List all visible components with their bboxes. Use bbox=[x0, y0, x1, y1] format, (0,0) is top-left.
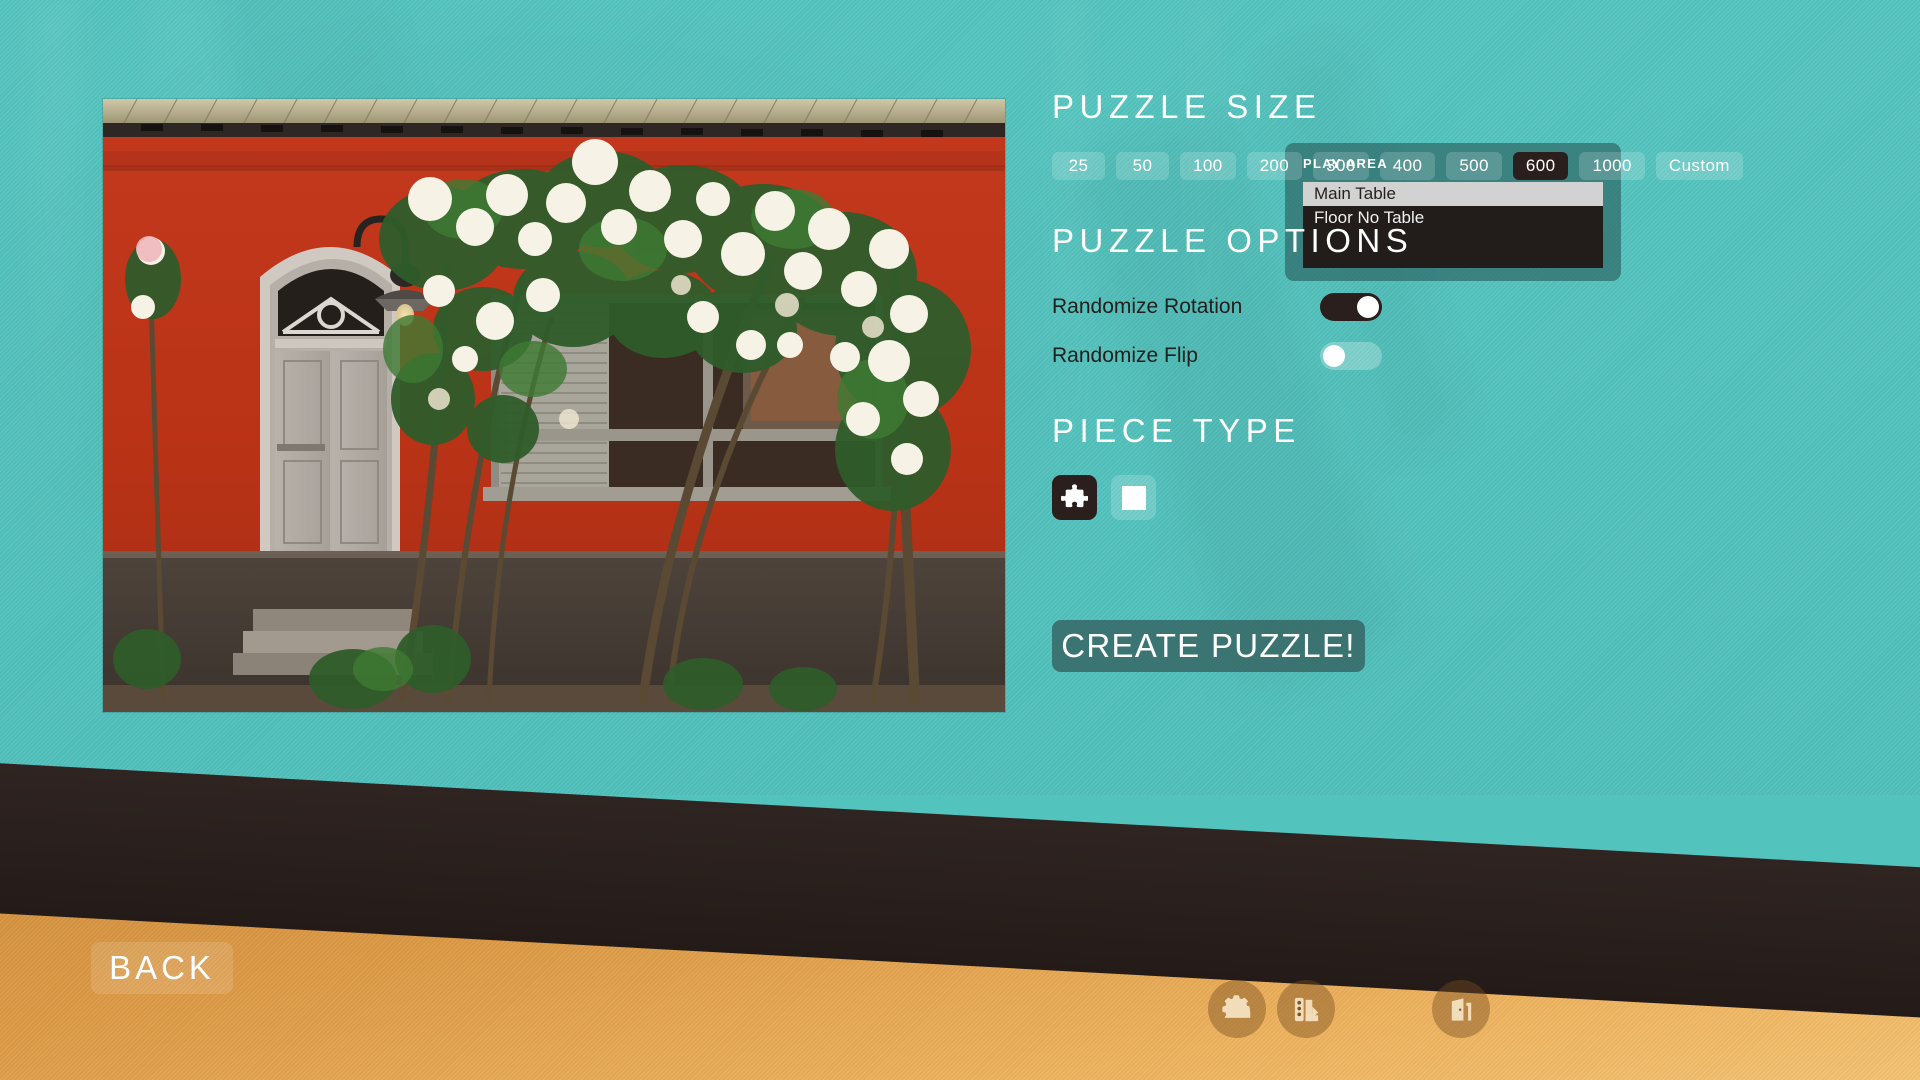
randomize-flip-toggle[interactable] bbox=[1320, 342, 1382, 370]
color-palette-icon bbox=[1294, 997, 1318, 1021]
randomize-rotation-label: Randomize Rotation bbox=[1052, 295, 1243, 318]
piece-type-jigsaw-button[interactable] bbox=[1052, 475, 1097, 520]
size-button-600[interactable]: 600 bbox=[1512, 152, 1569, 180]
create-puzzle-label: CREATE PUZZLE! bbox=[1061, 627, 1356, 664]
size-button-200[interactable]: 200 bbox=[1246, 152, 1303, 180]
gear-icon bbox=[1221, 994, 1250, 1018]
piece-type-title: PIECE TYPE bbox=[1052, 412, 1301, 449]
option-row-randomize-rotation: Randomize Rotation bbox=[1052, 293, 1382, 321]
piece-type-square-button[interactable] bbox=[1111, 475, 1156, 520]
exit-button[interactable] bbox=[1432, 980, 1490, 1038]
option-row-randomize-flip: Randomize Flip bbox=[1052, 342, 1382, 370]
exit-door-icon bbox=[1451, 997, 1471, 1021]
puzzle-options-title: PUZZLE OPTIONS bbox=[1052, 222, 1414, 259]
back-button[interactable]: BACK bbox=[91, 942, 233, 994]
square-piece-icon bbox=[1121, 485, 1146, 510]
toggle-knob bbox=[1357, 296, 1379, 318]
randomize-flip-label: Randomize Flip bbox=[1052, 344, 1198, 367]
puzzle-image-preview[interactable] bbox=[103, 99, 1005, 712]
create-puzzle-button[interactable]: CREATE PUZZLE! bbox=[1052, 620, 1365, 672]
size-button-25[interactable]: 25 bbox=[1052, 152, 1105, 180]
size-button-400[interactable]: 400 bbox=[1379, 152, 1436, 180]
puzzle-size-title: PUZZLE SIZE bbox=[1052, 88, 1322, 125]
puzzle-size-options: 25 50 100 200 300 400 500 600 1000 Custo… bbox=[1052, 152, 1892, 180]
size-button-500[interactable]: 500 bbox=[1446, 152, 1502, 180]
size-button-50[interactable]: 50 bbox=[1116, 152, 1169, 180]
options-column: PUZZLE SIZE 25 50 100 200 300 400 500 60… bbox=[1052, 90, 1892, 672]
toggle-knob bbox=[1323, 345, 1345, 367]
size-button-100[interactable]: 100 bbox=[1180, 152, 1236, 180]
themes-button[interactable] bbox=[1277, 980, 1335, 1038]
settings-button[interactable] bbox=[1208, 980, 1266, 1038]
piece-type-options bbox=[1052, 475, 1892, 520]
jigsaw-piece-icon bbox=[1061, 484, 1088, 508]
size-button-custom[interactable]: Custom bbox=[1655, 152, 1743, 180]
preview-photo bbox=[103, 99, 1005, 712]
randomize-rotation-toggle[interactable] bbox=[1320, 293, 1382, 321]
size-button-300[interactable]: 300 bbox=[1313, 152, 1369, 180]
back-label: BACK bbox=[109, 949, 215, 986]
size-button-1000[interactable]: 1000 bbox=[1579, 152, 1645, 180]
